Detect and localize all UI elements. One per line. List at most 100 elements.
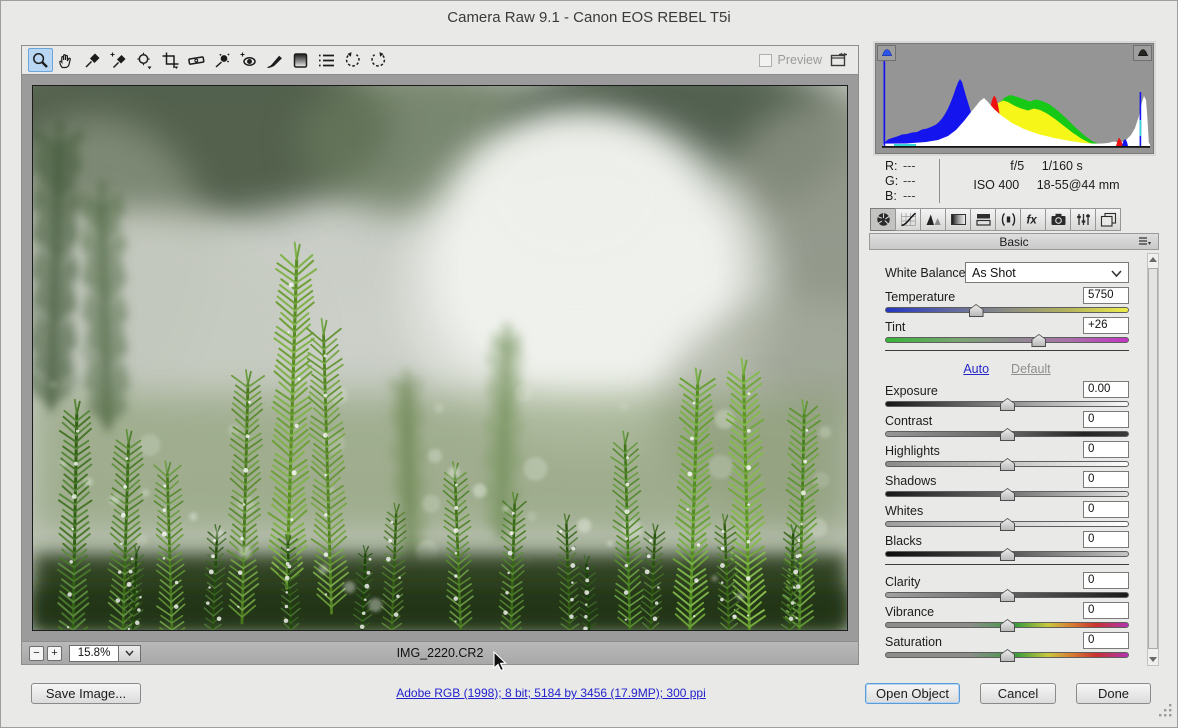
- zoom-level-dropdown[interactable]: [119, 644, 141, 662]
- tab-detail[interactable]: [920, 208, 946, 231]
- adjustment-brush-tool[interactable]: [262, 48, 287, 72]
- slider-row-temperature: Temperature 5750: [885, 287, 1129, 317]
- zoom-in-button[interactable]: +: [47, 645, 62, 661]
- shadow-clipping-button[interactable]: [877, 45, 896, 61]
- slider-thumb[interactable]: [1000, 518, 1015, 531]
- slider-track[interactable]: [885, 518, 1129, 531]
- scroll-up-button[interactable]: [1148, 254, 1158, 266]
- tab-split-toning[interactable]: [970, 208, 996, 231]
- tab-basic[interactable]: [870, 208, 896, 231]
- window-title: Camera Raw 9.1 - Canon EOS REBEL T5i: [447, 8, 731, 26]
- slider-value-field[interactable]: 0: [1083, 531, 1129, 548]
- lens-value: 18-55@44 mm: [1036, 178, 1120, 192]
- panel-menu-icon[interactable]: [1138, 236, 1152, 250]
- red-eye-removal-tool[interactable]: [236, 48, 261, 72]
- slider-label: Highlights: [885, 444, 940, 458]
- slider-value-field[interactable]: 0: [1083, 602, 1129, 619]
- filename: IMG_2220.CR2: [396, 646, 484, 660]
- highlight-clipping-button[interactable]: [1133, 45, 1152, 61]
- workflow-options-link[interactable]: Adobe RGB (1998); 8 bit; 5184 by 3456 (1…: [241, 686, 861, 700]
- slider-track[interactable]: [885, 428, 1129, 441]
- scrollbar-thumb[interactable]: [1148, 268, 1158, 649]
- slider-track[interactable]: [885, 619, 1129, 632]
- iso-value: ISO 400: [973, 178, 1020, 192]
- panel-separator: [885, 350, 1129, 351]
- slider-row-tint: Tint +26: [885, 317, 1129, 347]
- preferences-tool[interactable]: [314, 48, 339, 72]
- slider-thumb[interactable]: [1000, 619, 1015, 632]
- slider-track[interactable]: [885, 304, 1129, 317]
- slider-track[interactable]: [885, 334, 1129, 347]
- tab-snapshots[interactable]: [1095, 208, 1121, 231]
- slider-thumb[interactable]: [968, 304, 984, 317]
- tool-buttons: [28, 48, 392, 72]
- slider-track[interactable]: [885, 488, 1129, 501]
- rotate-right-tool[interactable]: [366, 48, 391, 72]
- zoom-out-button[interactable]: −: [29, 645, 44, 661]
- hand-tool[interactable]: [54, 48, 79, 72]
- histogram-panel: [873, 41, 1156, 156]
- tab-hsl-grayscale[interactable]: [945, 208, 971, 231]
- slider-value-field[interactable]: 0: [1083, 501, 1129, 518]
- slider-value-field[interactable]: 0: [1083, 572, 1129, 589]
- save-image-button[interactable]: Save Image...: [31, 683, 141, 704]
- tab-effects[interactable]: fx: [1020, 208, 1046, 231]
- slider-value-field[interactable]: +26: [1083, 317, 1129, 334]
- resize-grip[interactable]: [1159, 704, 1173, 723]
- slider-thumb[interactable]: [1000, 488, 1015, 501]
- graduated-filter-tool[interactable]: [288, 48, 313, 72]
- slider-track[interactable]: [885, 548, 1129, 561]
- scroll-down-button[interactable]: [1148, 653, 1158, 665]
- slider-label: Tint: [885, 320, 906, 334]
- preview-checkbox[interactable]: [758, 53, 772, 67]
- done-button[interactable]: Done: [1076, 683, 1151, 704]
- slider-thumb[interactable]: [1000, 589, 1015, 602]
- slider-row-clarity: Clarity 0: [885, 572, 1129, 602]
- slider-row-highlights: Highlights 0: [885, 441, 1129, 471]
- slider-value-field[interactable]: 0: [1083, 441, 1129, 458]
- rotate-left-tool[interactable]: [340, 48, 365, 72]
- slider-thumb[interactable]: [1000, 398, 1015, 411]
- slider-value-field[interactable]: 0: [1083, 632, 1129, 649]
- slider-value-field[interactable]: 0.00: [1083, 381, 1129, 398]
- tab-tone-curve[interactable]: [895, 208, 921, 231]
- slider-row-vibrance: Vibrance 0: [885, 602, 1129, 632]
- slider-track[interactable]: [885, 589, 1129, 602]
- spot-removal-tool[interactable]: [210, 48, 235, 72]
- white-balance-label: White Balance:: [885, 266, 970, 280]
- slider-value-field[interactable]: 0: [1083, 411, 1129, 428]
- svg-text:fx: fx: [1026, 215, 1037, 227]
- slider-thumb[interactable]: [1031, 334, 1047, 347]
- slider-thumb[interactable]: [1000, 548, 1015, 561]
- slider-thumb[interactable]: [1000, 458, 1015, 471]
- slider-value-field[interactable]: 5750: [1083, 287, 1129, 304]
- aperture-value: f/5: [1010, 159, 1025, 173]
- white-balance-tool[interactable]: [80, 48, 105, 72]
- auto-link[interactable]: Auto: [963, 362, 989, 376]
- slider-value-field[interactable]: 0: [1083, 471, 1129, 488]
- white-balance-select[interactable]: As Shot: [965, 262, 1129, 283]
- panel-scrollbar[interactable]: [1147, 253, 1159, 666]
- straighten-tool[interactable]: [184, 48, 209, 72]
- crop-tool[interactable]: [158, 48, 183, 72]
- cancel-button[interactable]: Cancel: [980, 683, 1056, 704]
- slider-thumb[interactable]: [1000, 649, 1015, 662]
- slider-label: Exposure: [885, 384, 938, 398]
- fullscreen-toggle-icon[interactable]: [828, 50, 852, 70]
- color-sampler-tool[interactable]: [106, 48, 131, 72]
- tab-presets[interactable]: [1070, 208, 1096, 231]
- zoom-level-field[interactable]: 15.8%: [69, 644, 119, 662]
- white-balance-value: As Shot: [972, 265, 1016, 280]
- slider-track[interactable]: [885, 458, 1129, 471]
- photo-canvas[interactable]: [32, 85, 848, 631]
- open-object-button[interactable]: Open Object: [865, 683, 960, 704]
- targeted-adjustment-tool[interactable]: [132, 48, 157, 72]
- tab-lens-corrections[interactable]: [995, 208, 1021, 231]
- slider-track[interactable]: [885, 649, 1129, 662]
- slider-track[interactable]: [885, 398, 1129, 411]
- default-link[interactable]: Default: [1011, 362, 1051, 376]
- zoom-tool[interactable]: [28, 48, 53, 72]
- tab-camera-calibration[interactable]: [1045, 208, 1071, 231]
- slider-thumb[interactable]: [1000, 428, 1015, 441]
- rgb-row: B: ---: [885, 189, 916, 203]
